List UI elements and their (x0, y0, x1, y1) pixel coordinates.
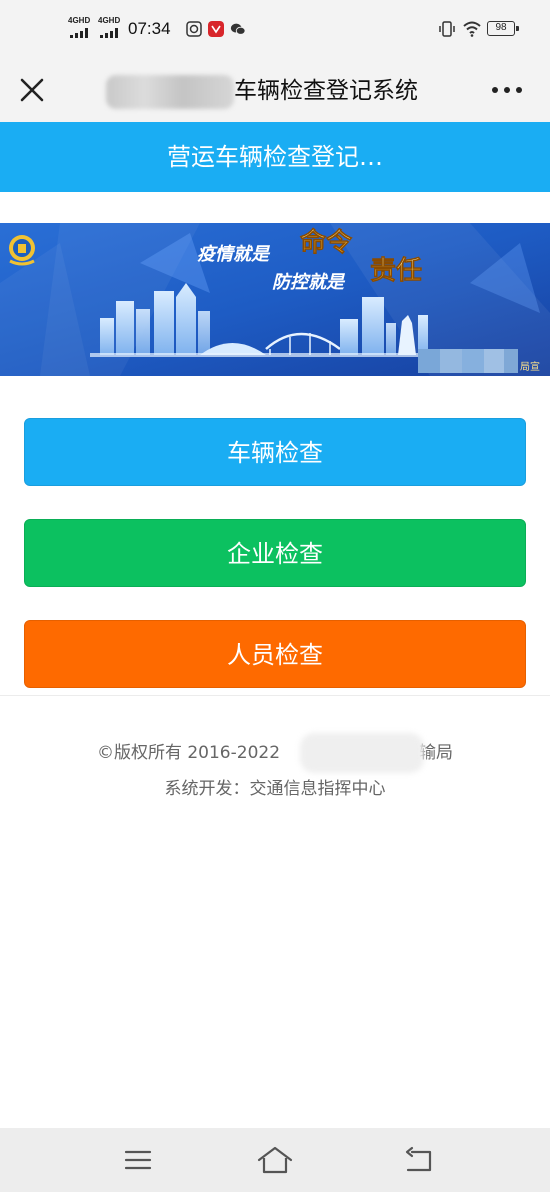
company-check-button[interactable]: 企业检查 (24, 519, 526, 587)
signal-1-icon: 4GHD (68, 16, 94, 40)
page-title: 车辆检查登记系统 (234, 78, 418, 104)
page: 4GHD 4GHD 07:34 98 车辆检查登记系统 营运车辆检查登记… 疫情… (0, 0, 550, 1192)
title-bar: 车辆检查登记系统 (0, 58, 550, 122)
battery-icon: 98 (487, 21, 519, 36)
more-icon[interactable] (486, 72, 528, 108)
vehicle-check-button[interactable]: 车辆检查 (24, 418, 526, 486)
close-icon[interactable] (14, 70, 50, 110)
clock: 07:34 (128, 19, 171, 38)
network-type-2: 4GHD (98, 16, 121, 25)
banner-redacted-area (418, 349, 518, 373)
divider (0, 695, 550, 696)
title-redacted (106, 75, 234, 109)
menu-icon[interactable] (118, 1142, 158, 1178)
status-bar: 4GHD 4GHD 07:34 98 (0, 0, 550, 58)
vibrate-icon (439, 21, 455, 37)
copyright-text: ©版权所有 2016-2022 (96, 743, 281, 763)
network-type-1: 4GHD (68, 16, 91, 25)
footer-developer: 系统开发：交通信息指挥中心 (164, 779, 386, 799)
back-icon[interactable] (398, 1142, 438, 1178)
banner-image: 疫情就是 命令 防控就是 责任 局宣 (0, 223, 550, 376)
footer-copyright: ©版权所有 2016-2022 运输局 (0, 740, 550, 766)
banner-slogan-2: 防控就是 (272, 272, 346, 293)
staff-check-button[interactable]: 人员检查 (24, 620, 526, 688)
banner-slogan-1-highlight: 命令 (300, 227, 353, 258)
system-nav-bar (0, 1128, 550, 1192)
banner-slogan-1: 疫情就是 (197, 244, 271, 265)
app-notification-icon (186, 21, 202, 37)
page-header: 营运车辆检查登记… (0, 122, 550, 192)
banner-corner-text: 局宣 (520, 360, 540, 373)
banner-slogan-2-highlight: 责任 (370, 256, 422, 286)
footer-redacted (300, 733, 424, 773)
wechat-icon (230, 23, 246, 35)
red-app-icon (208, 21, 224, 37)
signal-2-icon: 4GHD (98, 16, 124, 40)
wifi-icon (463, 21, 481, 37)
home-icon[interactable] (255, 1142, 295, 1178)
